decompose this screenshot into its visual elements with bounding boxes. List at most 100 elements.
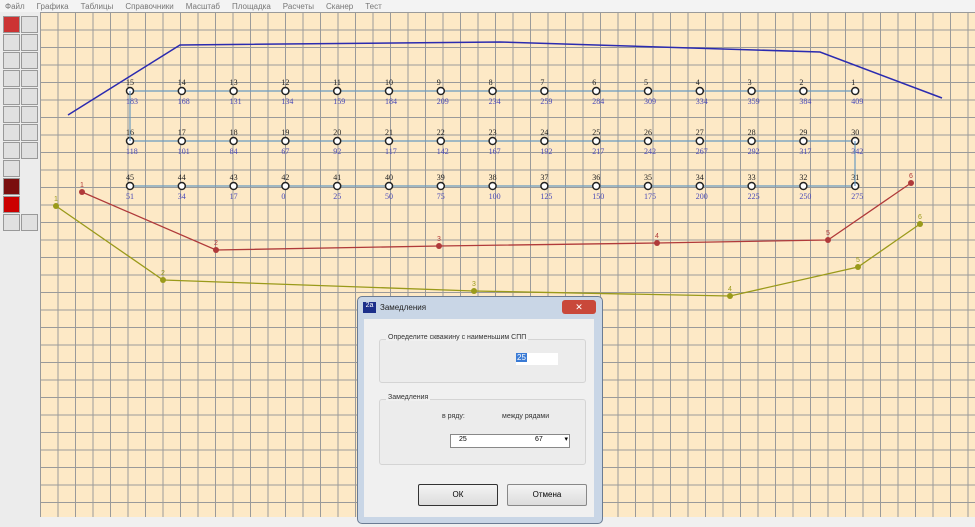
- well-delay: 225: [748, 192, 760, 201]
- frame-icon[interactable]: [3, 160, 20, 177]
- red-line-label: 1: [80, 182, 84, 189]
- well-number: 34: [696, 173, 704, 182]
- table-icon[interactable]: [21, 34, 38, 51]
- well-number: 9: [437, 78, 441, 87]
- well-marker: [747, 86, 756, 96]
- olive-line-point: [727, 293, 733, 299]
- well-delay: 384: [799, 97, 811, 106]
- pattern-icon[interactable]: [3, 214, 20, 231]
- print-icon[interactable]: [21, 142, 38, 159]
- well-marker: [488, 86, 497, 96]
- olive-line-label: 4: [728, 286, 732, 293]
- well-number: 35: [644, 173, 652, 182]
- well-number: 24: [540, 128, 548, 137]
- well-delay: 118: [126, 147, 138, 156]
- well-delay: 84: [230, 147, 238, 156]
- dialog-title: Замедления: [380, 303, 427, 312]
- menu-calculations[interactable]: Расчеты: [283, 2, 314, 11]
- well-marker: [695, 136, 705, 146]
- text-icon[interactable]: [3, 106, 20, 123]
- well-number: 8: [489, 78, 493, 87]
- page-icon[interactable]: [3, 142, 20, 159]
- menu-file[interactable]: Файл: [5, 2, 25, 11]
- well-marker: [177, 136, 187, 146]
- well-delay: 150: [592, 192, 604, 201]
- well-number: 40: [385, 173, 393, 182]
- chevron-down-icon[interactable]: ▾: [564, 435, 568, 443]
- well-marker: [747, 136, 756, 146]
- app-icon: 2a: [363, 302, 376, 313]
- red-line-point: [654, 240, 660, 246]
- wells-icon[interactable]: [3, 34, 20, 51]
- table3-icon[interactable]: [21, 70, 38, 87]
- in-row-label: в ряду:: [442, 413, 465, 420]
- line-icon[interactable]: [3, 88, 20, 105]
- red-line-label: 2: [214, 240, 218, 247]
- in-row-value: 25: [459, 436, 467, 443]
- record-icon[interactable]: [3, 16, 20, 33]
- grid-icon[interactable]: [21, 16, 38, 33]
- menu-site[interactable]: Площадка: [232, 2, 271, 11]
- hline-icon[interactable]: [21, 88, 38, 105]
- olive-line-point: [160, 277, 166, 283]
- menu-scale[interactable]: Масштаб: [186, 2, 220, 11]
- menu-scanner[interactable]: Сканер: [326, 2, 353, 11]
- wave2-icon[interactable]: [3, 70, 20, 87]
- menu-tables[interactable]: Таблицы: [81, 2, 114, 11]
- well-marker: [799, 181, 808, 191]
- tool-palette: [0, 12, 40, 527]
- rect-icon[interactable]: [3, 124, 20, 141]
- menu-test[interactable]: Тест: [365, 2, 382, 11]
- fill-red-icon[interactable]: [3, 196, 20, 213]
- well-number: 22: [437, 128, 445, 137]
- well-marker: [591, 181, 601, 191]
- well-number: 18: [230, 128, 238, 137]
- well-marker: [436, 86, 446, 96]
- cancel-button[interactable]: Отмена: [507, 484, 587, 506]
- well-number: 1: [851, 78, 855, 87]
- well-delay: 217: [592, 147, 604, 156]
- well-number: 28: [748, 128, 756, 137]
- well-number: 23: [489, 128, 497, 137]
- well-delay: 142: [437, 147, 449, 156]
- between-rows-value: 67: [535, 436, 543, 443]
- wave-icon[interactable]: [3, 52, 20, 69]
- close-button[interactable]: ✕: [562, 300, 596, 314]
- menu-references[interactable]: Справочники: [125, 2, 173, 11]
- well-delay: 184: [385, 97, 397, 106]
- ok-button[interactable]: ОК: [418, 484, 498, 506]
- well-marker: [281, 136, 290, 146]
- well-delay: 250: [799, 192, 811, 201]
- well-delay: 134: [281, 97, 293, 106]
- well-number: 12: [281, 78, 289, 87]
- red-line-point: [825, 237, 831, 243]
- delays-combo[interactable]: 25 67 ▾: [450, 434, 570, 448]
- well-number: 41: [333, 173, 341, 182]
- well-number: 26: [644, 128, 652, 137]
- well-delay: 259: [540, 97, 552, 106]
- well-number: 36: [592, 173, 600, 182]
- circle-icon[interactable]: [21, 124, 38, 141]
- table2-icon[interactable]: [21, 52, 38, 69]
- well-number: 2: [799, 78, 803, 87]
- delays-dialog: 2a Замедления ✕ Определите скважину с на…: [357, 296, 603, 524]
- well-number: 14: [178, 78, 186, 87]
- well-number: 13: [230, 78, 238, 87]
- well-marker: [125, 181, 135, 191]
- well-delay: 117: [385, 147, 397, 156]
- red-line-point: [79, 189, 85, 195]
- menu-graphics[interactable]: Графика: [37, 2, 69, 11]
- export-icon[interactable]: [21, 214, 38, 231]
- well-delay: 75: [437, 192, 445, 201]
- fill-dark-red-icon[interactable]: [3, 178, 20, 195]
- red-line-label: 4: [655, 233, 659, 240]
- well-marker: [384, 181, 394, 191]
- well-number: 39: [437, 173, 445, 182]
- t-icon[interactable]: [21, 106, 38, 123]
- well-delay: 50: [385, 192, 393, 201]
- well-input[interactable]: 25: [516, 353, 558, 365]
- well-marker: [540, 86, 549, 96]
- well-delay: 92: [333, 147, 341, 156]
- well-delay: 334: [696, 97, 708, 106]
- well-number: 30: [851, 128, 859, 137]
